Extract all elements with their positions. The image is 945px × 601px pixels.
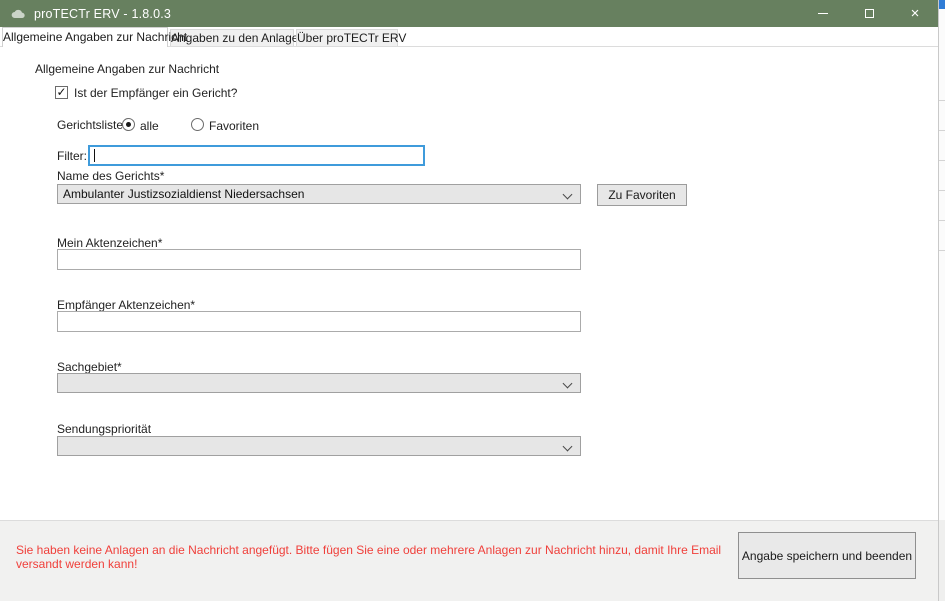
background-window-line (939, 130, 945, 131)
court-name-select[interactable]: Ambulanter Justizsozialdienst Niedersach… (57, 184, 581, 204)
radio-alle-label: alle (140, 119, 159, 133)
background-window-footer-fragment (939, 520, 945, 601)
background-window-line (939, 190, 945, 191)
background-window-line (939, 250, 945, 251)
background-window-line (939, 220, 945, 221)
close-button[interactable]: × (892, 0, 938, 27)
titlebar: proTECTr ERV - 1.8.0.3 × (0, 0, 938, 27)
tab-ueber-protectr[interactable]: Über proTECTr ERV (296, 29, 398, 46)
window-title: proTECTr ERV - 1.8.0.3 (34, 7, 171, 21)
chevron-down-icon (563, 442, 573, 452)
recipient-reference-label: Empfänger Aktenzeichen* (57, 298, 195, 312)
minimize-button[interactable] (800, 0, 846, 27)
recipient-court-checkbox[interactable]: ✓ (55, 86, 68, 99)
radio-selected-dot (126, 122, 131, 127)
zu-favoriten-button[interactable]: Zu Favoriten (597, 184, 687, 206)
radio-favoriten-label: Favoriten (209, 119, 259, 133)
court-list-label: Gerichtsliste: (57, 118, 126, 132)
filter-input[interactable] (88, 145, 425, 166)
check-icon: ✓ (56, 87, 67, 98)
my-reference-input[interactable] (57, 249, 581, 270)
save-and-exit-button[interactable]: Angabe speichern und beenden (738, 532, 916, 579)
close-icon: × (911, 6, 920, 21)
recipient-court-checkbox-label: Ist der Empfänger ein Gericht? (74, 86, 237, 100)
court-name-value: Ambulanter Justizsozialdienst Niedersach… (63, 187, 304, 201)
filter-label: Filter: (57, 149, 87, 163)
maximize-icon (865, 9, 874, 18)
window-controls: × (800, 0, 938, 27)
priority-label: Sendungspriorität (57, 422, 151, 436)
attachment-warning-text: Sie haben keine Anlagen an die Nachricht… (16, 543, 730, 571)
chevron-down-icon (563, 379, 573, 389)
background-window-line (939, 100, 945, 101)
background-window-line (939, 160, 945, 161)
maximize-button[interactable] (846, 0, 892, 27)
text-caret (94, 149, 95, 162)
tab-angaben-anlagen[interactable]: Angaben zu den Anlagen (170, 29, 294, 46)
my-reference-label: Mein Aktenzeichen* (57, 236, 162, 250)
section-heading: Allgemeine Angaben zur Nachricht (35, 62, 219, 76)
radio-alle[interactable] (122, 118, 135, 131)
chevron-down-icon (563, 190, 573, 200)
tab-allgemeine-angaben[interactable]: Allgemeine Angaben zur Nachricht (2, 27, 168, 47)
radio-favoriten[interactable] (191, 118, 204, 131)
background-window-titlebar-fragment (939, 0, 945, 9)
subject-area-select[interactable] (57, 373, 581, 393)
subject-area-label: Sachgebiet* (57, 360, 122, 374)
cloud-app-icon (10, 8, 26, 20)
minimize-icon (818, 13, 828, 14)
court-name-label: Name des Gerichts* (57, 169, 164, 183)
background-window-edge (938, 0, 945, 601)
priority-select[interactable] (57, 436, 581, 456)
recipient-reference-input[interactable] (57, 311, 581, 332)
